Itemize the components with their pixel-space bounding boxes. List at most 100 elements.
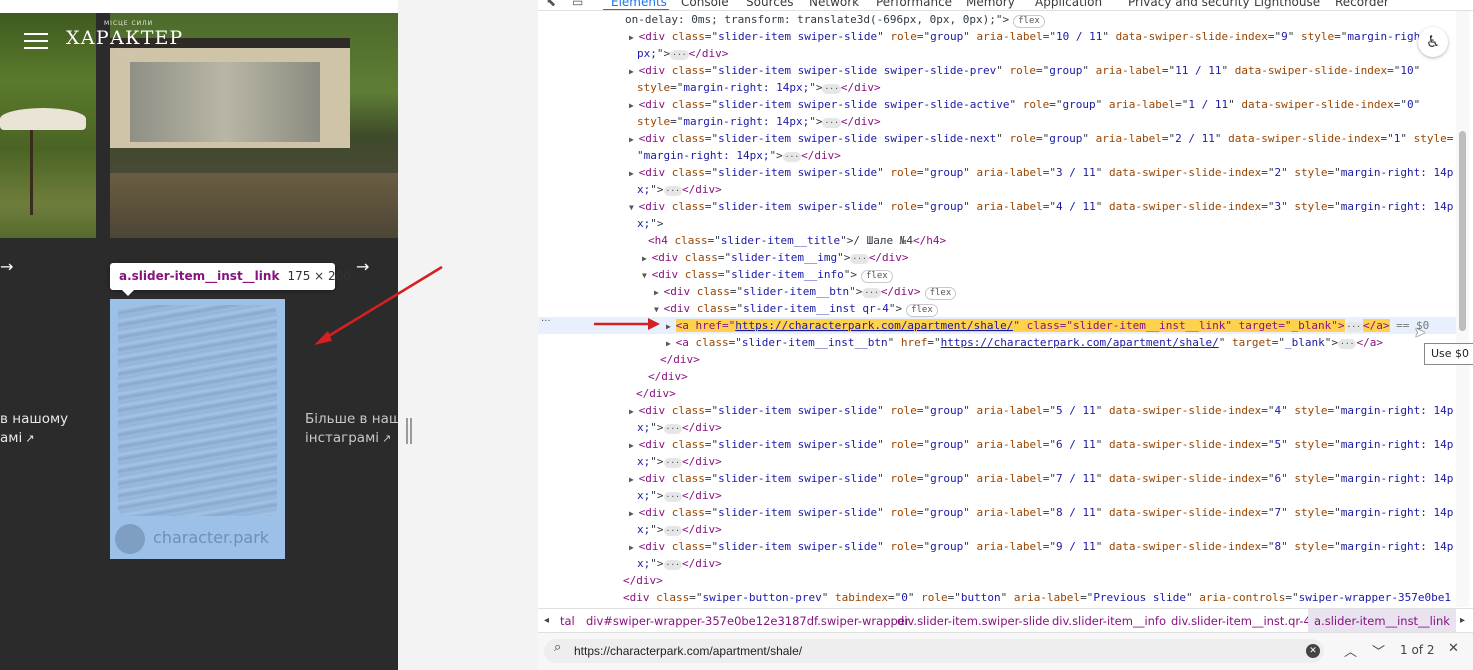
- breadcrumb-scroll-right-icon[interactable]: ▸: [1460, 609, 1465, 633]
- next-match-icon[interactable]: ﹀: [1372, 641, 1385, 660]
- dom-node-line[interactable]: style="margin-right: 14px;"> ··· </div>: [538, 113, 1458, 130]
- dom-node-line[interactable]: ▶ <div class="slider-item swiper-slide" …: [538, 538, 1458, 555]
- expand-ellipsis-button[interactable]: ···: [663, 526, 682, 536]
- breadcrumb-item[interactable]: div.slider-item.swiper-slide: [897, 609, 1049, 633]
- dom-node-line[interactable]: ▶ <div class="slider-item__img"> ··· </div…: [538, 249, 1458, 266]
- expand-triangle-icon[interactable]: ▶: [629, 135, 639, 144]
- tab-application[interactable]: Application: [1035, 0, 1102, 9]
- dom-node-line[interactable]: x;">: [538, 215, 1458, 232]
- accessibility-icon[interactable]: ♿: [1418, 27, 1448, 57]
- dom-node-line[interactable]: x;"> ··· </div>: [538, 453, 1458, 470]
- dom-node-line[interactable]: ▶ <a class="slider-item__inst__btn" href…: [538, 334, 1458, 351]
- scrollbar-thumb[interactable]: [1459, 131, 1466, 331]
- expand-triangle-icon[interactable]: ▼: [654, 305, 664, 314]
- dom-node-line[interactable]: </div>: [538, 351, 1458, 368]
- dom-node-line[interactable]: ▶ <div class="slider-item swiper-slide s…: [538, 96, 1458, 113]
- dom-node-line[interactable]: x;"> ··· </div>: [538, 419, 1458, 436]
- expand-ellipsis-button[interactable]: ···: [1338, 339, 1357, 349]
- expand-ellipsis-button[interactable]: ···: [663, 560, 682, 570]
- dom-node-line[interactable]: "margin-right: 14px;"> ··· </div>: [538, 147, 1458, 164]
- dom-node-line[interactable]: x;"> ··· </div>: [538, 521, 1458, 538]
- tab-performance[interactable]: Performance: [876, 0, 952, 9]
- slide-arrow-link-icon[interactable]: →: [0, 258, 24, 276]
- selected-node-href[interactable]: https://characterpark.com/apartment/shal…: [735, 319, 1014, 332]
- expand-triangle-icon[interactable]: ▼: [642, 271, 652, 280]
- breadcrumb-item[interactable]: div.slider-item__inst.qr-4: [1171, 609, 1311, 633]
- dom-node-line[interactable]: style="margin-right: 14px;"> ··· </div>: [538, 79, 1458, 96]
- dom-node-line[interactable]: ▶ <div class="slider-item swiper-slide" …: [538, 28, 1458, 45]
- href-link[interactable]: https://characterpark.com/apartment/shal…: [941, 336, 1219, 349]
- breadcrumb-scroll-left-icon[interactable]: ◂: [544, 609, 549, 633]
- tab-recorder[interactable]: Recorder: [1335, 0, 1389, 9]
- expand-triangle-icon[interactable]: ▶: [629, 33, 639, 42]
- expand-triangle-icon[interactable]: ▶: [629, 441, 639, 450]
- expand-ellipsis-button[interactable]: ···: [822, 118, 841, 128]
- expand-ellipsis-button[interactable]: ···: [663, 186, 682, 196]
- dom-node-line[interactable]: x;"> ··· </div>: [538, 487, 1458, 504]
- dom-node-line[interactable]: ▶ <div class="slider-item swiper-slide" …: [538, 504, 1458, 521]
- expand-triangle-icon[interactable]: ▶: [666, 339, 676, 348]
- expand-ellipsis-button[interactable]: ···: [663, 458, 682, 468]
- dom-node-line[interactable]: <h4 class="slider-item__title">/ Шале №4…: [538, 232, 1458, 249]
- expand-ellipsis-button[interactable]: ···: [862, 288, 881, 298]
- dom-node-line[interactable]: on-delay: 0ms; transform: translate3d(-6…: [538, 11, 1458, 28]
- expand-triangle-icon[interactable]: ▶: [642, 254, 652, 263]
- dom-node-line[interactable]: ▶ <div class="slider-item swiper-slide" …: [538, 436, 1458, 453]
- expand-triangle-icon[interactable]: ▶: [629, 101, 639, 110]
- site-logo[interactable]: ХАРАКТЕР: [66, 27, 183, 49]
- dom-node-line[interactable]: </div>: [538, 572, 1458, 589]
- previous-match-icon[interactable]: ︿: [1344, 641, 1357, 660]
- dom-node-line[interactable]: ▼ <div class="slider-item__info"> flex: [538, 266, 1458, 283]
- dom-node-line[interactable]: ▶ <div class="slider-item swiper-slide s…: [538, 130, 1458, 147]
- dom-node-line[interactable]: px;"> ··· </div>: [538, 45, 1458, 62]
- expand-triangle-icon[interactable]: ▶: [629, 509, 639, 518]
- breadcrumb-item[interactable]: div.slider-item__info: [1052, 609, 1166, 633]
- expand-triangle-icon[interactable]: ▶: [629, 407, 639, 416]
- expand-ellipsis-button[interactable]: ···: [663, 424, 682, 434]
- breadcrumb-item-active[interactable]: a.slider-item__inst__link: [1308, 609, 1456, 633]
- expand-triangle-icon[interactable]: ▶: [629, 475, 639, 484]
- instagram-link-left[interactable]: в нашому амі ↗: [0, 410, 95, 448]
- dom-node-selected[interactable]: ▶ <a href="https://characterpark.com/apa…: [538, 317, 1458, 334]
- expand-ellipsis-button[interactable]: ···: [670, 50, 689, 60]
- expand-ellipsis-button[interactable]: ···: [822, 84, 841, 94]
- dom-tree-scrollbar[interactable]: [1456, 11, 1469, 607]
- slide-arrow-link-icon-2[interactable]: →: [356, 258, 380, 276]
- close-search-icon[interactable]: ✕: [1448, 641, 1459, 656]
- expand-triangle-icon[interactable]: ▶: [629, 169, 639, 178]
- dom-node-line[interactable]: x;"> ··· </div>: [538, 181, 1458, 198]
- dom-node-line[interactable]: </div>: [538, 385, 1458, 402]
- expand-ellipsis-button[interactable]: ···: [782, 152, 802, 162]
- node-actions-ellipsis[interactable]: ···: [541, 316, 551, 327]
- dom-node-line[interactable]: ▼ <div class="slider-item swiper-slide" …: [538, 198, 1458, 215]
- expand-triangle-icon[interactable]: ▶: [666, 322, 676, 331]
- breadcrumb-item[interactable]: div#swiper-wrapper-357e0be12e3187df.swip…: [586, 609, 910, 633]
- dom-node-line[interactable]: </div>: [538, 368, 1458, 385]
- flex-badge[interactable]: flex: [1013, 15, 1045, 28]
- dom-node-line[interactable]: <div class="swiper-button-prev" tabindex…: [538, 589, 1458, 606]
- expand-triangle-icon[interactable]: ▶: [654, 288, 664, 297]
- tab-network[interactable]: Network: [809, 0, 859, 9]
- device-toolbar-icon[interactable]: ▭: [572, 0, 583, 9]
- expand-ellipsis-button[interactable]: ···: [850, 254, 869, 264]
- expand-triangle-icon[interactable]: ▶: [629, 67, 639, 76]
- tab-elements[interactable]: Elements: [611, 0, 667, 9]
- expand-triangle-icon[interactable]: ▼: [629, 203, 639, 212]
- expand-ellipsis-button[interactable]: ···: [663, 492, 682, 502]
- tab-memory[interactable]: Memory: [966, 0, 1015, 9]
- dom-node-line[interactable]: ▶ <div class="slider-item swiper-slide" …: [538, 402, 1458, 419]
- flex-badge[interactable]: flex: [924, 287, 957, 300]
- inspect-element-icon[interactable]: ⬉: [546, 0, 556, 9]
- dom-node-line[interactable]: ▶ <div class="slider-item swiper-slide s…: [538, 62, 1458, 79]
- dom-node-line[interactable]: ▶ <div class="slider-item swiper-slide" …: [538, 470, 1458, 487]
- breadcrumb-item[interactable]: tal: [560, 609, 575, 633]
- dom-node-line[interactable]: ▶ <div class="slider-item__btn"> ··· </div…: [538, 283, 1458, 300]
- dom-node-line[interactable]: ▶ <div class="slider-item swiper-slide" …: [538, 164, 1458, 181]
- tab-privacy-security[interactable]: Privacy and security: [1128, 0, 1250, 9]
- clear-search-icon[interactable]: ✕: [1306, 644, 1320, 658]
- instagram-card-link[interactable]: character.park: [110, 299, 285, 559]
- dom-node-line[interactable]: ▼ <div class="slider-item__inst qr-4"> fl…: [538, 300, 1458, 317]
- dom-node-line[interactable]: x;"> ··· </div>: [538, 555, 1458, 572]
- hamburger-menu-icon[interactable]: [24, 33, 48, 49]
- resize-grip-handle[interactable]: [406, 418, 412, 444]
